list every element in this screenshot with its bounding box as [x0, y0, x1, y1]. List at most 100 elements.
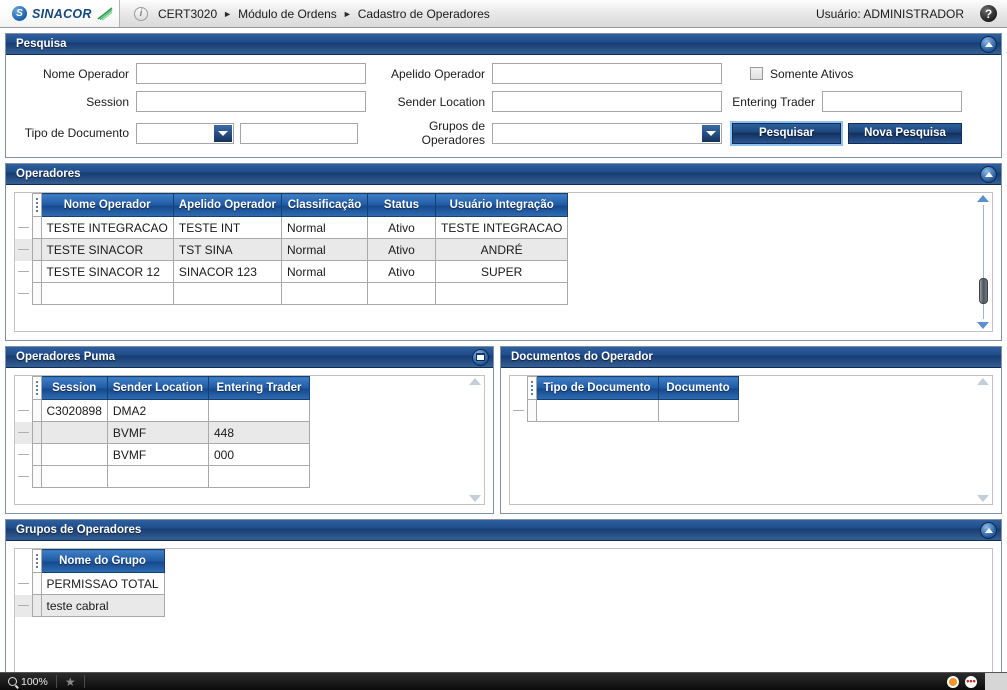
- panel-puma-title: Operadores Puma: [16, 351, 116, 363]
- scroll-up-icon[interactable]: [469, 378, 481, 385]
- cell-nome-operador: TESTE SINACOR 12: [40, 260, 174, 283]
- row-grip[interactable]: [31, 421, 42, 444]
- row-indicator[interactable]: [15, 421, 32, 444]
- table-row[interactable]: TESTE SINACOR TST SINA Normal Ativo ANDR…: [15, 238, 569, 261]
- scroll-down-icon[interactable]: [977, 495, 989, 502]
- collapse-up-icon[interactable]: [980, 165, 997, 183]
- grip-header[interactable]: [526, 376, 537, 400]
- puma-table: Session Sender Location Entering Trader …: [15, 376, 310, 488]
- chevron-down-icon[interactable]: [214, 124, 232, 142]
- row-grip[interactable]: [526, 399, 537, 422]
- amber-status-icon[interactable]: [947, 675, 959, 688]
- table-row[interactable]: [15, 282, 569, 305]
- favorite-button[interactable]: ★: [57, 673, 84, 690]
- table-row[interactable]: [15, 465, 310, 488]
- nova-pesquisa-button[interactable]: Nova Pesquisa: [848, 122, 962, 144]
- somente-ativos-checkbox[interactable]: [750, 67, 763, 80]
- table-row[interactable]: C3020898 DMA2: [15, 399, 310, 422]
- column-nome-operador[interactable]: Nome Operador: [40, 193, 174, 217]
- user-label: Usuário: ADMINISTRADOR: [815, 6, 964, 21]
- documento-input[interactable]: [240, 122, 358, 144]
- table-row[interactable]: BVMF 000: [15, 443, 310, 466]
- table-row[interactable]: teste cabral: [15, 594, 165, 617]
- cell-entering-trader: [208, 399, 310, 422]
- row-indicator[interactable]: [15, 465, 32, 488]
- row-indicator[interactable]: [15, 594, 32, 617]
- row-grip[interactable]: [31, 465, 42, 488]
- cell-apelido-operador: [172, 282, 282, 305]
- entering-trader-input[interactable]: [822, 91, 962, 112]
- cell-sender-location: BVMF: [106, 421, 210, 444]
- scroll-down-icon[interactable]: [977, 322, 989, 329]
- row-indicator[interactable]: [15, 282, 32, 305]
- row-grip[interactable]: [31, 260, 42, 283]
- panel-grupos-operadores: Grupos de Operadores Nome do Grupo PERMI…: [5, 519, 1002, 672]
- operadores-vertical-scrollbar[interactable]: [976, 195, 990, 329]
- collapse-up-icon[interactable]: [980, 521, 997, 539]
- row-indicator[interactable]: [15, 216, 32, 239]
- table-row[interactable]: [510, 399, 739, 422]
- row-indicator[interactable]: [15, 238, 32, 261]
- column-session[interactable]: Session: [40, 376, 108, 400]
- nome-operador-input[interactable]: [136, 63, 366, 84]
- column-sender-location[interactable]: Sender Location: [106, 376, 210, 400]
- row-grip[interactable]: [31, 216, 42, 239]
- cell-nome-operador: TESTE INTEGRACAO: [40, 216, 174, 239]
- help-icon[interactable]: ?: [980, 5, 997, 22]
- table-row[interactable]: BVMF 448: [15, 421, 310, 444]
- scroll-down-icon[interactable]: [469, 495, 481, 502]
- cell-status: Ativo: [366, 260, 436, 283]
- column-apelido-operador[interactable]: Apelido Operador: [172, 193, 282, 217]
- session-input[interactable]: [136, 91, 366, 112]
- pesquisar-button[interactable]: Pesquisar: [729, 120, 844, 146]
- app-logo[interactable]: S SINACOR: [0, 0, 120, 27]
- apelido-operador-input[interactable]: [492, 63, 722, 84]
- cell-classificacao: Normal: [280, 238, 368, 261]
- row-indicator[interactable]: [510, 399, 527, 422]
- column-documento[interactable]: Documento: [657, 376, 739, 400]
- info-icon[interactable]: i: [134, 6, 148, 21]
- documentos-vertical-scrollbar[interactable]: [976, 378, 990, 502]
- column-entering-trader[interactable]: Entering Trader: [208, 376, 310, 400]
- grip-header[interactable]: [31, 549, 42, 573]
- grupos-operadores-select[interactable]: [492, 122, 722, 144]
- sender-location-input[interactable]: [492, 91, 722, 112]
- table-row[interactable]: PERMISSAO TOTAL: [15, 572, 165, 595]
- row-indicator[interactable]: [15, 260, 32, 283]
- column-classificacao[interactable]: Classificação: [280, 193, 368, 217]
- row-indicator[interactable]: [15, 399, 32, 422]
- scrollbar-track[interactable]: [978, 205, 988, 319]
- breadcrumb-item-module[interactable]: Módulo de Ordens: [238, 7, 337, 21]
- puma-vertical-scrollbar[interactable]: [468, 378, 482, 502]
- restore-window-icon[interactable]: [472, 348, 489, 366]
- zoom-indicator[interactable]: 100%: [0, 673, 56, 690]
- breadcrumb-item-module-code[interactable]: CERT3020: [158, 7, 217, 21]
- row-indicator[interactable]: [15, 572, 32, 595]
- status-resize-grip[interactable]: [985, 673, 1007, 690]
- scrollbar-track[interactable]: [983, 388, 984, 492]
- column-tipo-documento[interactable]: Tipo de Documento: [535, 376, 659, 400]
- row-grip[interactable]: [31, 238, 42, 261]
- column-usuario-integracao[interactable]: Usuário Integração: [434, 193, 569, 217]
- scrollbar-thumb[interactable]: [978, 277, 988, 304]
- panel-operadores: Operadores Nome Operador Apelido Operado…: [5, 163, 1002, 341]
- row-indicator[interactable]: [15, 443, 32, 466]
- grip-header[interactable]: [31, 193, 42, 217]
- row-grip[interactable]: [31, 594, 42, 617]
- red-status-icon[interactable]: •••: [965, 675, 977, 688]
- row-grip[interactable]: [31, 399, 42, 422]
- tipo-documento-select[interactable]: [136, 122, 234, 144]
- column-status[interactable]: Status: [366, 193, 436, 217]
- chevron-down-icon[interactable]: [702, 124, 720, 142]
- column-nome-do-grupo[interactable]: Nome do Grupo: [40, 549, 165, 573]
- table-row[interactable]: TESTE INTEGRACAO TESTE INT Normal Ativo …: [15, 216, 569, 239]
- scrollbar-track[interactable]: [475, 388, 476, 492]
- table-row[interactable]: TESTE SINACOR 12 SINACOR 123 Normal Ativ…: [15, 260, 569, 283]
- scroll-up-icon[interactable]: [977, 378, 989, 385]
- row-grip[interactable]: [31, 282, 42, 305]
- grip-header[interactable]: [31, 376, 42, 400]
- scroll-up-icon[interactable]: [977, 195, 989, 202]
- row-grip[interactable]: [31, 572, 42, 595]
- collapse-up-icon[interactable]: [980, 35, 997, 53]
- row-grip[interactable]: [31, 443, 42, 466]
